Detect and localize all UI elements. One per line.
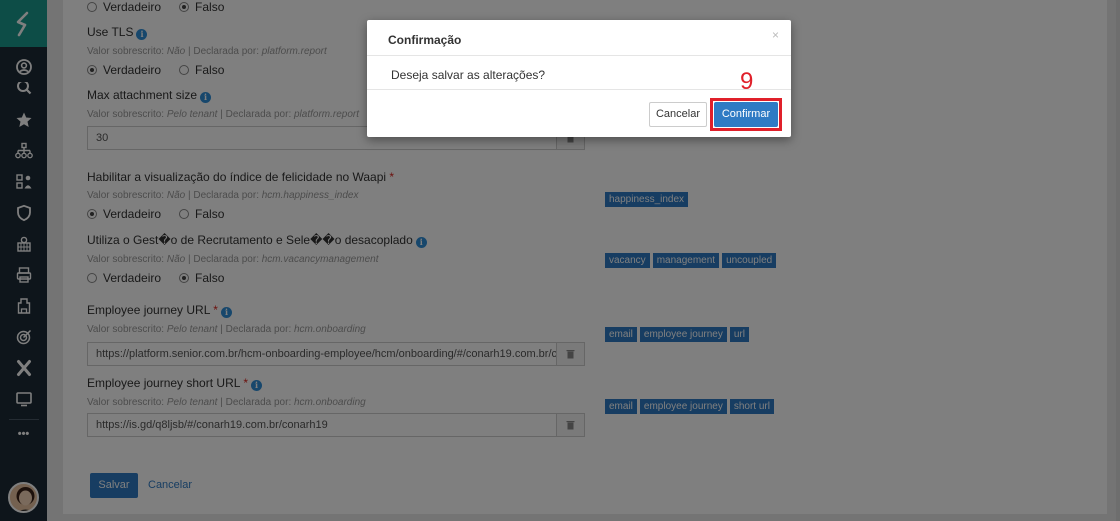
dialog-message: Deseja salvar as alterações? xyxy=(391,68,546,82)
confirmation-dialog: Confirmação × Deseja salvar as alteraçõe… xyxy=(367,20,791,137)
dialog-footer: Cancelar Confirmar xyxy=(367,90,791,136)
cancel-button[interactable]: Cancelar xyxy=(649,102,707,127)
close-icon[interactable]: × xyxy=(772,28,779,42)
dialog-header: Confirmação × xyxy=(367,20,791,56)
step-number-annotation: 9 xyxy=(740,68,754,95)
window-edge xyxy=(1116,0,1120,521)
dialog-body: Deseja salvar as alterações? xyxy=(367,56,791,90)
dialog-title: Confirmação xyxy=(388,33,462,47)
confirm-button[interactable]: Confirmar xyxy=(714,102,778,127)
